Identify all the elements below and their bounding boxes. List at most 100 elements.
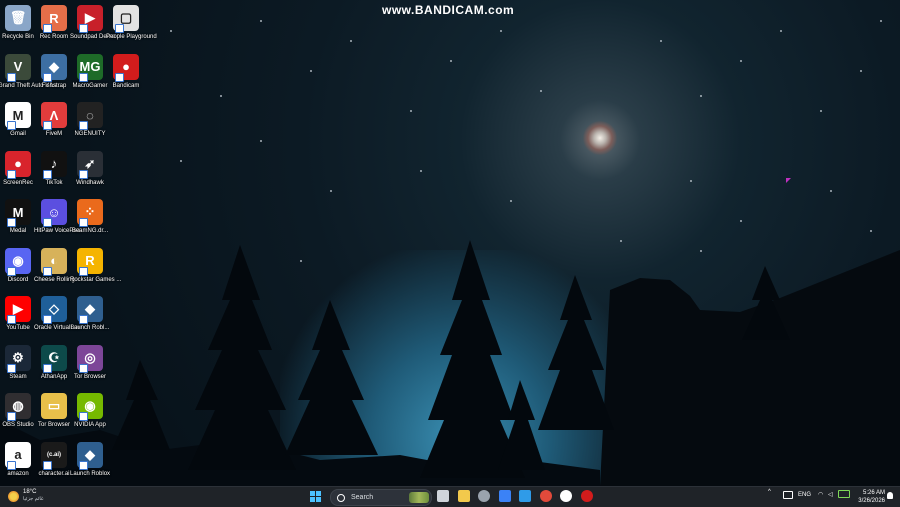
task-view-icon[interactable] xyxy=(437,490,449,502)
desktop-icon[interactable]: ◐ Cheese Rolling xyxy=(34,247,75,284)
recycle-bin-icon: 🗑 xyxy=(5,5,31,31)
desktop-icon[interactable]: a amazon xyxy=(0,441,38,478)
taskbar-search-box[interactable]: Search xyxy=(330,489,432,506)
obs-icon: ◍ xyxy=(5,393,31,421)
desktop-icon-label: ScreenRec xyxy=(3,179,33,186)
gmail-icon: M xyxy=(5,102,31,130)
desktop-icon[interactable]: ◆ Launch Roblox xyxy=(70,441,111,478)
desktop-icon[interactable]: ◆ Launch Robl... xyxy=(70,296,110,332)
desktop-icon-label: BeamNG.dr... xyxy=(71,228,109,234)
desktop-icon[interactable]: ◌ NGENUITY xyxy=(70,102,110,138)
desktop-icon[interactable]: ● Bandicam xyxy=(106,53,146,90)
desktop-icon[interactable]: ☪ AthanApp xyxy=(34,344,74,381)
shortcut-arrow-icon xyxy=(43,363,52,373)
keyboard-icon[interactable] xyxy=(783,491,793,499)
desktop-icon[interactable]: ◉ Discord xyxy=(0,247,38,284)
tray-overflow-chevron[interactable]: ^ xyxy=(768,489,771,495)
search-label: Search xyxy=(351,494,374,501)
desktop-icon[interactable]: ◇ Oracle VirtualBox xyxy=(34,296,81,332)
shortcut-arrow-icon xyxy=(43,315,52,324)
desktop-icon[interactable]: V Grand Theft Auto V Le... xyxy=(0,53,63,90)
desktop-icon[interactable]: ♪ TikTok xyxy=(34,150,74,187)
weather-widget[interactable]: 18°C غائم جزئيا xyxy=(8,489,44,503)
taskbar-clock[interactable]: 5:26 AM 3/26/2026 xyxy=(853,489,885,505)
desktop-icon[interactable]: M Medal xyxy=(0,199,38,235)
mouse-cursor xyxy=(786,178,791,183)
shortcut-arrow-icon xyxy=(7,72,16,82)
desktop-icon[interactable]: M Gmail xyxy=(0,102,38,138)
shortcut-arrow-icon xyxy=(79,24,88,33)
youtube-icon: ▶ xyxy=(5,296,31,324)
beamng-icon: ⁘ xyxy=(77,199,103,227)
desktop-icon[interactable]: 🗑 Recycle Bin xyxy=(0,5,38,41)
start-button[interactable] xyxy=(310,491,321,502)
desktop-icon[interactable]: ▶ Soundpad Demo xyxy=(70,5,115,41)
macrogamer-icon: MG xyxy=(77,53,103,82)
desktop-icon-label: MacroGamer xyxy=(72,82,108,89)
volume-icon[interactable]: ◁ xyxy=(828,491,833,498)
bandicam-watermark: www.BANDICAM.com xyxy=(382,3,515,17)
soundpad-taskbar-icon[interactable] xyxy=(560,490,572,502)
desktop-icon[interactable]: ⁘ BeamNG.dr... xyxy=(70,199,110,235)
desktop-icon[interactable]: ➶ Windhawk xyxy=(70,150,110,187)
windhawk-icon: ➶ xyxy=(77,150,103,179)
desktop-icon[interactable]: ◉ NVIDIA App xyxy=(70,393,110,429)
desktop-icon-label: NGENUITY xyxy=(74,131,106,137)
desktop-icon[interactable]: Λ FiveM xyxy=(34,102,74,138)
search-icon xyxy=(337,493,345,502)
bandicam-taskbar-icon[interactable] xyxy=(580,490,593,502)
shortcut-arrow-icon xyxy=(7,315,16,324)
desktop-icon[interactable]: ⚙ Steam xyxy=(0,344,38,381)
desktop-icon[interactable]: ● ScreenRec xyxy=(0,150,38,187)
shortcut-arrow-icon xyxy=(79,72,88,82)
app-photos-icon[interactable] xyxy=(519,490,531,502)
desktop-icon[interactable]: ☺ HitPaw VoicePea xyxy=(34,199,80,235)
shortcut-arrow-icon xyxy=(79,266,88,276)
desktop-icon-label: Recycle Bin xyxy=(2,34,34,40)
desktop-icon-label: Tor Browser xyxy=(37,422,70,428)
desktop-icon[interactable]: ▢ People Playground xyxy=(106,5,157,41)
wifi-icon[interactable]: ◠ xyxy=(818,491,823,498)
notification-bell-icon[interactable] xyxy=(887,492,893,499)
desktop-icon-label: Launch Roblox xyxy=(70,470,111,477)
shortcut-arrow-icon xyxy=(7,121,16,130)
medal-icon: M xyxy=(5,199,31,227)
desktop-icon[interactable]: ◎ Tor Browser xyxy=(70,344,110,381)
desktop-icon-label: AthanApp xyxy=(40,373,68,380)
desktop-icon[interactable]: ▶ YouTube xyxy=(0,296,38,332)
chrome-icon[interactable] xyxy=(539,490,552,502)
desktop-icon[interactable]: ◍ OBS Studio xyxy=(0,393,38,429)
shortcut-arrow-icon xyxy=(7,169,16,179)
desktop-icon-label: Tor Browser xyxy=(73,373,106,380)
weather-icon xyxy=(8,490,19,502)
desktop-icon-label: Launch Robl... xyxy=(70,325,110,331)
roblox-icon: ◆ xyxy=(77,441,103,470)
file-explorer-icon[interactable] xyxy=(457,490,470,502)
desktop-icon-label: OBS Studio xyxy=(2,422,34,428)
desktop-icon[interactable]: R Rec Room xyxy=(34,5,74,41)
shortcut-arrow-icon xyxy=(79,412,88,421)
battery-icon[interactable] xyxy=(838,490,850,498)
shortcut-arrow-icon xyxy=(7,412,16,421)
shortcut-arrow-icon xyxy=(7,363,16,373)
search-highlight-image xyxy=(409,492,429,503)
desktop-icon[interactable]: ◆ Fishstrap xyxy=(34,53,74,90)
shortcut-arrow-icon xyxy=(43,121,52,130)
character-ai-icon: (c.ai) xyxy=(41,441,67,470)
shortcut-arrow-icon xyxy=(43,218,52,227)
desktop-icon[interactable]: MG MacroGamer xyxy=(70,53,110,90)
shortcut-arrow-icon xyxy=(79,121,88,130)
desktop-icon[interactable]: ▭ Tor Browser xyxy=(34,393,74,429)
desktop-icon[interactable]: (c.ai) character.ai xyxy=(34,441,74,478)
screenrec-icon: ● xyxy=(5,150,31,179)
desktop-icon-label: Grand Theft Auto V Le... xyxy=(0,82,63,89)
desktop-icon-label: character.ai xyxy=(38,470,70,477)
desktop-icon[interactable]: R Rockstar Games ... xyxy=(70,247,121,284)
shortcut-arrow-icon xyxy=(79,460,88,470)
language-indicator[interactable]: ENG xyxy=(798,492,811,498)
app-blue-icon[interactable] xyxy=(498,490,511,502)
fivem-icon: Λ xyxy=(41,102,67,130)
app-circle-icon[interactable] xyxy=(478,490,490,502)
cheese-rolling-icon: ◐ xyxy=(41,247,67,276)
clock-date: 3/26/2026 xyxy=(858,498,885,504)
